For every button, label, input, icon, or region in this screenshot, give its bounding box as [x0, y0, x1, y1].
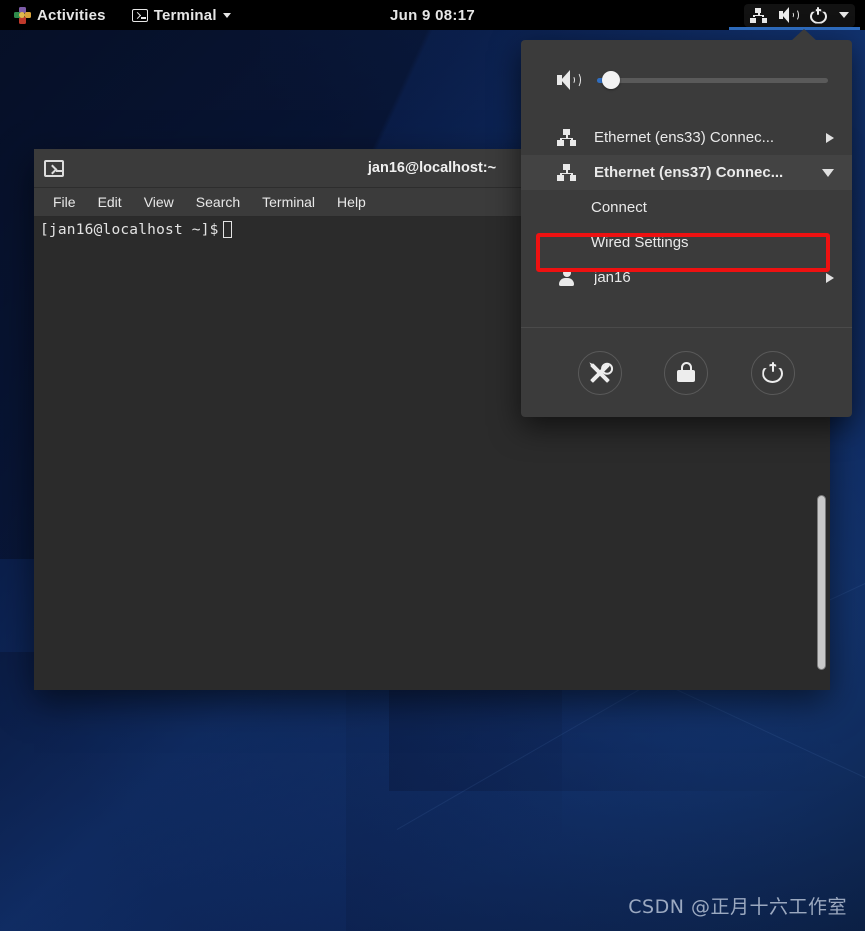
chevron-right-icon[interactable] [826, 272, 834, 283]
power-icon [762, 362, 784, 383]
power-icon [810, 6, 827, 24]
volume-icon [557, 70, 581, 90]
network-submenu-wired-settings[interactable]: Wired Settings [521, 225, 852, 260]
app-menu-button[interactable]: Terminal [126, 4, 237, 27]
user-menu-label: jan16 [594, 269, 631, 286]
watermark: CSDN @正月十六工作室 [628, 896, 847, 918]
network-item-label: Ethernet (ens37) Connec... [594, 164, 784, 181]
terminal-prompt-text: [jan16@localhost ~]$ [40, 221, 219, 238]
menu-edit[interactable]: Edit [87, 191, 133, 213]
network-item-label: Ethernet (ens33) Connec... [594, 129, 775, 146]
system-menu-panel[interactable]: Ethernet (ens33) Connec... Ethernet (ens… [521, 29, 852, 417]
lock-button[interactable] [664, 350, 709, 395]
chevron-down-icon [839, 12, 849, 18]
network-wired-icon [557, 129, 576, 146]
terminal-cursor [222, 221, 232, 238]
network-wired-icon [557, 164, 576, 181]
lock-icon [676, 362, 696, 383]
menu-terminal[interactable]: Terminal [251, 191, 326, 213]
app-menu-label: Terminal [153, 6, 217, 24]
top-bar-left: Activities Terminal [0, 4, 237, 27]
tools-icon [589, 362, 611, 384]
network-item-ens37[interactable]: Ethernet (ens37) Connec... [521, 155, 852, 190]
settings-button[interactable] [578, 350, 623, 395]
person-icon [557, 269, 576, 286]
status-menu-button[interactable] [744, 3, 855, 27]
volume-slider-row[interactable] [521, 40, 852, 120]
pinwheel-icon [14, 6, 31, 24]
volume-icon [779, 7, 799, 23]
network-item-ens33[interactable]: Ethernet (ens33) Connec... [521, 120, 852, 155]
terminal-icon [131, 8, 148, 22]
power-button[interactable] [750, 350, 795, 395]
menu-file[interactable]: File [42, 191, 87, 213]
top-bar-right [744, 3, 865, 27]
system-menu-pointer [791, 29, 817, 41]
terminal-icon [44, 159, 64, 177]
network-submenu-connect[interactable]: Connect [521, 190, 852, 225]
activities-button[interactable]: Activities [8, 4, 112, 27]
menu-help[interactable]: Help [326, 191, 377, 213]
menu-view[interactable]: View [133, 191, 185, 213]
network-wired-icon [750, 7, 767, 23]
network-submenu-label: Connect [591, 199, 647, 216]
network-submenu-label: Wired Settings [591, 234, 689, 251]
chevron-down-icon[interactable] [822, 168, 834, 177]
volume-slider-track[interactable] [597, 70, 828, 89]
volume-slider-handle[interactable] [601, 70, 620, 89]
menu-search[interactable]: Search [185, 191, 251, 213]
chevron-down-icon [222, 12, 231, 18]
activities-label: Activities [37, 6, 106, 24]
top-bar[interactable]: Activities Terminal Jun 9 08:17 [0, 0, 865, 30]
terminal-scrollbar-thumb[interactable] [817, 495, 826, 671]
user-menu-item[interactable]: jan16 [521, 260, 852, 295]
chevron-right-icon[interactable] [826, 132, 834, 143]
system-menu-actions[interactable] [521, 327, 852, 417]
